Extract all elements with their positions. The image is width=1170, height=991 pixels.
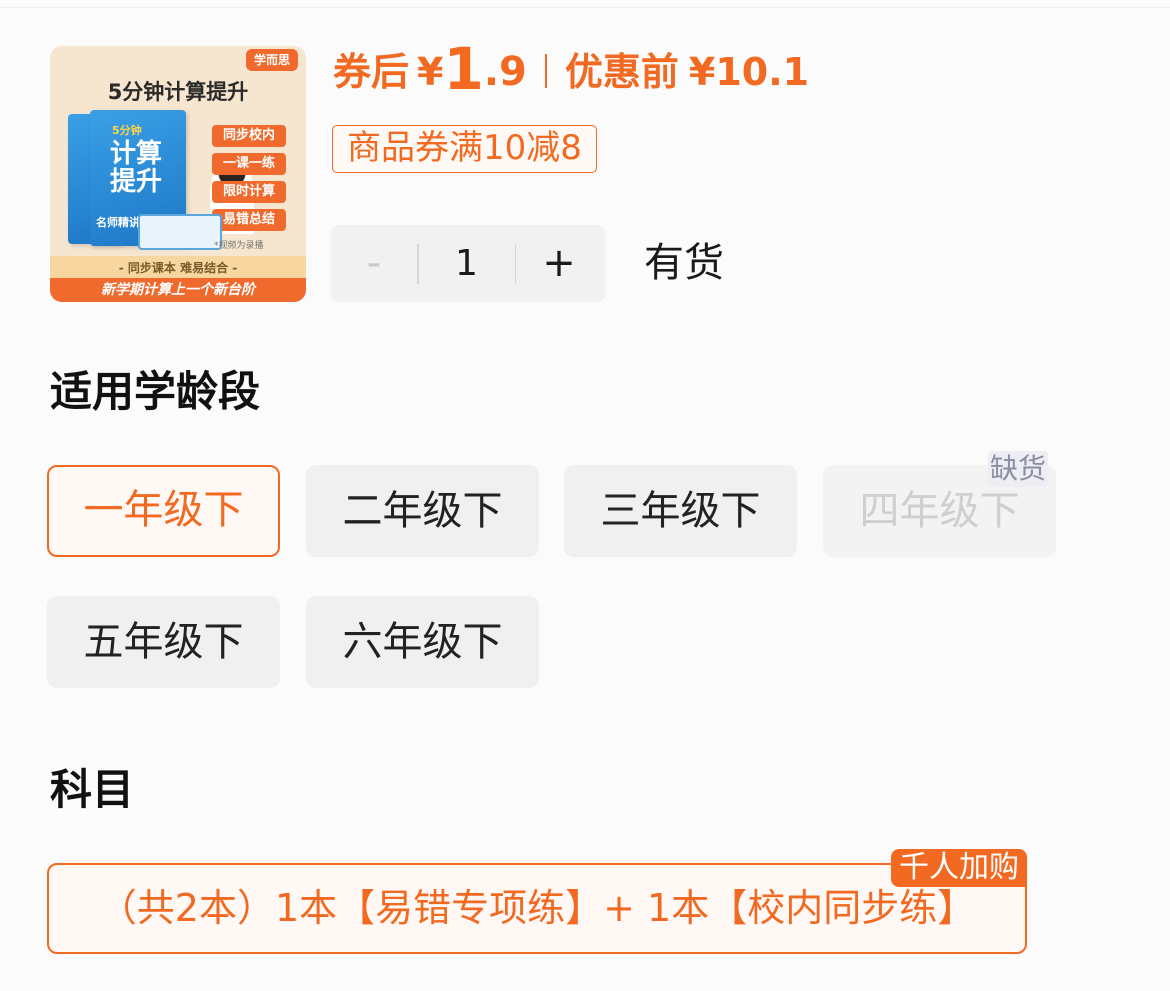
- price-integer: 1: [443, 35, 484, 103]
- price-row: 券后 ¥ 1 .9 优惠前 ¥10.1: [333, 32, 809, 102]
- price-label: 券后: [333, 50, 410, 94]
- grade-option-label: 六年级下: [342, 619, 503, 665]
- book-subtitle: 名师精讲: [96, 216, 140, 229]
- stock-status: 有货: [644, 240, 724, 286]
- feature-tag: 同步校内: [212, 125, 286, 147]
- product-image[interactable]: 学而思 5分钟计算提升 5分钟 计算提升 名师精讲 同步校内 一课一练 限时计算…: [50, 46, 306, 302]
- grade-option-label: 四年级下: [859, 488, 1020, 534]
- coupon-badge[interactable]: 商品券满10减8: [332, 125, 597, 173]
- grade-option-5-lower[interactable]: 五年级下: [47, 596, 280, 688]
- quantity-stepper: - 1 +: [331, 225, 605, 302]
- original-price: ¥10.1: [688, 50, 810, 94]
- grade-option-1-lower[interactable]: 一年级下: [47, 465, 280, 557]
- feature-tag: 一课一练: [212, 153, 286, 175]
- popular-badge: 千人加购: [891, 849, 1027, 887]
- price-currency: ¥: [417, 50, 444, 94]
- out-of-stock-badge: 缺货: [987, 451, 1048, 487]
- feature-tag: 限时计算: [212, 181, 286, 203]
- grade-option-label: 二年级下: [342, 488, 503, 534]
- grade-option-label: 一年级下: [83, 487, 244, 533]
- decrement-button[interactable]: -: [331, 225, 417, 302]
- product-image-title: 5分钟计算提升: [107, 80, 249, 104]
- subject-option-label: （共2本）1本【易错专项练】+ 1本【校内同步练】: [98, 886, 976, 930]
- top-divider: [0, 0, 1170, 8]
- video-card: [138, 214, 222, 250]
- image-footer: 新学期计算上一个新台阶: [50, 278, 306, 302]
- grade-option-label: 五年级下: [83, 619, 244, 665]
- increment-button[interactable]: +: [516, 225, 602, 302]
- book-title: 计算提升: [110, 139, 163, 197]
- grade-option-4-lower[interactable]: 四年级下 缺货: [823, 451, 1056, 557]
- quantity-value[interactable]: 1: [419, 225, 515, 302]
- grade-option-3-lower[interactable]: 三年级下: [564, 465, 797, 557]
- grade-option-label: 三年级下: [600, 488, 761, 534]
- book-tag: 5分钟: [112, 124, 142, 137]
- brand-logo: 学而思: [245, 49, 298, 71]
- grade-section-title: 适用学龄段: [50, 367, 261, 416]
- price-separator: [544, 54, 547, 88]
- feature-tag: 易错总结: [212, 209, 286, 231]
- price-decimal: .9: [483, 49, 527, 95]
- grade-option-6-lower[interactable]: 六年级下: [306, 596, 539, 688]
- subject-option-bundle[interactable]: （共2本）1本【易错专项练】+ 1本【校内同步练】 千人加购: [47, 849, 1027, 954]
- grade-option-2-lower[interactable]: 二年级下: [306, 465, 539, 557]
- original-price-label: 优惠前: [564, 50, 679, 94]
- subject-section-title: 科目: [50, 765, 135, 814]
- video-note: *视频为录播: [214, 241, 264, 251]
- image-band: - 同步课本 难易结合 -: [50, 256, 306, 280]
